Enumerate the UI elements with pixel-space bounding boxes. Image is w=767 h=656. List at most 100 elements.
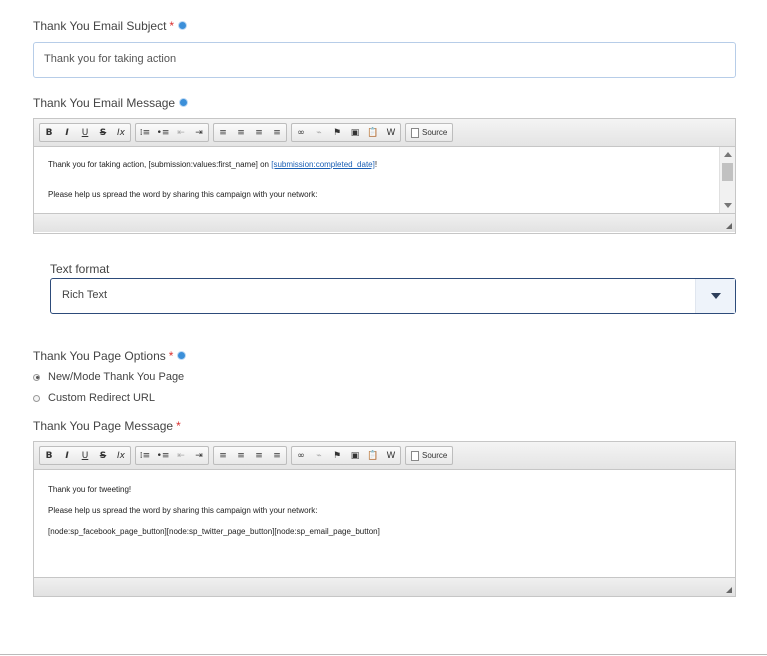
- info-icon[interactable]: [178, 352, 186, 359]
- text-format-value: Rich Text: [62, 289, 108, 301]
- page-options-label-text: Thank You Page Options: [33, 349, 166, 363]
- required-marker: *: [176, 419, 181, 433]
- anchor-button[interactable]: ⚑: [328, 447, 346, 464]
- toolbar-group-source: Source: [405, 123, 454, 142]
- radio-custom-redirect-label[interactable]: Custom Redirect URL: [48, 392, 155, 404]
- page-message-label-text: Thank You Page Message: [33, 419, 174, 433]
- source-button-label: Source: [422, 128, 448, 137]
- editor-statusbar: [34, 577, 735, 596]
- align-left-button[interactable]: ≡: [214, 447, 232, 464]
- link-button[interactable]: ∞: [292, 447, 310, 464]
- italic-button[interactable]: I: [58, 124, 76, 141]
- subject-input[interactable]: Thank you for taking action: [33, 42, 736, 78]
- italic-button[interactable]: I: [58, 447, 76, 464]
- toolbar-group-lists: ⁞≡ •≡ ⇤ ⇥: [135, 446, 209, 465]
- align-left-button[interactable]: ≡: [214, 124, 232, 141]
- editor-toolbar: B I U S Ix ⁞≡ •≡ ⇤ ⇥ ≡ ≡ ≡ ≡ ∞ ⌁ ⚑ ▣ 📋 W: [34, 119, 735, 147]
- justify-button[interactable]: ≡: [268, 124, 286, 141]
- info-icon[interactable]: [179, 22, 187, 29]
- email-message-line-1-prefix: Thank you for taking action, [submission…: [48, 160, 272, 169]
- bulleted-list-button[interactable]: •≡: [154, 447, 172, 464]
- bold-button[interactable]: B: [40, 124, 58, 141]
- bulleted-list-button[interactable]: •≡: [154, 124, 172, 141]
- subject-label: Thank You Email Subject *: [33, 19, 187, 33]
- paste-text-button[interactable]: 📋: [364, 447, 382, 464]
- info-icon[interactable]: [180, 99, 188, 106]
- email-message-line-2: Please help us spread the word by sharin…: [48, 190, 318, 199]
- email-message-content[interactable]: Thank you for taking action, [submission…: [34, 147, 735, 213]
- radio-custom-redirect[interactable]: Custom Redirect URL: [33, 392, 155, 404]
- page-message-line-2: Please help us spread the word by sharin…: [48, 506, 318, 515]
- source-button-label: Source: [422, 451, 448, 460]
- email-message-line-1-suffix: !: [374, 160, 378, 169]
- numbered-list-button[interactable]: ⁞≡: [136, 447, 154, 464]
- toolbar-group-insert: ∞ ⌁ ⚑ ▣ 📋 W: [291, 446, 401, 465]
- remove-format-button[interactable]: Ix: [112, 447, 130, 464]
- page-message-label: Thank You Page Message *: [33, 419, 181, 433]
- editor-toolbar: B I U S Ix ⁞≡ •≡ ⇤ ⇥ ≡ ≡ ≡ ≡ ∞ ⌁ ⚑ ▣ 📋 W: [34, 442, 735, 470]
- align-right-button[interactable]: ≡: [250, 124, 268, 141]
- source-page-icon: [411, 450, 419, 461]
- radio-unchecked-icon[interactable]: [33, 394, 40, 402]
- align-right-button[interactable]: ≡: [250, 447, 268, 464]
- remove-format-button[interactable]: Ix: [112, 124, 130, 141]
- scroll-up-icon[interactable]: [724, 152, 732, 157]
- scroll-thumb[interactable]: [722, 163, 733, 181]
- toolbar-group-insert: ∞ ⌁ ⚑ ▣ 📋 W: [291, 123, 401, 142]
- strike-button[interactable]: S: [94, 447, 112, 464]
- outdent-button[interactable]: ⇤: [172, 124, 190, 141]
- completed-date-link[interactable]: [submission:completed_date]: [271, 160, 375, 169]
- email-message-editor[interactable]: B I U S Ix ⁞≡ •≡ ⇤ ⇥ ≡ ≡ ≡ ≡ ∞ ⌁ ⚑ ▣ 📋 W: [33, 118, 736, 234]
- source-button[interactable]: Source: [406, 447, 452, 464]
- outdent-button[interactable]: ⇤: [172, 447, 190, 464]
- strike-button[interactable]: S: [94, 124, 112, 141]
- underline-button[interactable]: U: [76, 124, 94, 141]
- unlink-button[interactable]: ⌁: [310, 124, 328, 141]
- email-message-label: Thank You Email Message: [33, 96, 188, 110]
- text-format-select[interactable]: Rich Text: [50, 278, 736, 314]
- page-message-line-3: [node:sp_facebook_page_button][node:sp_t…: [48, 527, 380, 536]
- subject-label-text: Thank You Email Subject: [33, 19, 167, 33]
- toolbar-group-basic: B I U S Ix: [39, 123, 131, 142]
- page-options-label: Thank You Page Options *: [33, 349, 186, 363]
- bold-button[interactable]: B: [40, 447, 58, 464]
- image-button[interactable]: ▣: [346, 124, 364, 141]
- page-message-line-1: Thank you for tweeting!: [48, 485, 132, 494]
- link-button[interactable]: ∞: [292, 124, 310, 141]
- indent-button[interactable]: ⇥: [190, 447, 208, 464]
- paste-word-button[interactable]: W: [382, 124, 400, 141]
- radio-new-mode-page-label[interactable]: New/Mode Thank You Page: [48, 371, 184, 383]
- required-marker: *: [168, 349, 174, 363]
- chevron-down-icon[interactable]: [695, 279, 735, 313]
- source-button[interactable]: Source: [406, 124, 452, 141]
- radio-checked-icon[interactable]: [33, 373, 40, 381]
- page-message-content[interactable]: Thank you for tweeting! Please help us s…: [34, 470, 735, 577]
- page-message-editor[interactable]: B I U S Ix ⁞≡ •≡ ⇤ ⇥ ≡ ≡ ≡ ≡ ∞ ⌁ ⚑ ▣ 📋 W: [33, 441, 736, 597]
- align-center-button[interactable]: ≡: [232, 447, 250, 464]
- numbered-list-button[interactable]: ⁞≡: [136, 124, 154, 141]
- anchor-button[interactable]: ⚑: [328, 124, 346, 141]
- indent-button[interactable]: ⇥: [190, 124, 208, 141]
- toolbar-group-align: ≡ ≡ ≡ ≡: [213, 123, 287, 142]
- vertical-scrollbar[interactable]: [719, 147, 735, 213]
- resize-handle-icon[interactable]: [726, 223, 732, 229]
- resize-handle-icon[interactable]: [726, 587, 732, 593]
- unlink-button[interactable]: ⌁: [310, 447, 328, 464]
- toolbar-group-lists: ⁞≡ •≡ ⇤ ⇥: [135, 123, 209, 142]
- image-button[interactable]: ▣: [346, 447, 364, 464]
- paste-text-button[interactable]: 📋: [364, 124, 382, 141]
- scroll-down-icon[interactable]: [724, 203, 732, 208]
- divider: [0, 654, 767, 655]
- email-message-label-text: Thank You Email Message: [33, 96, 176, 110]
- justify-button[interactable]: ≡: [268, 447, 286, 464]
- paste-word-button[interactable]: W: [382, 447, 400, 464]
- toolbar-group-source: Source: [405, 446, 454, 465]
- subject-input-value: Thank you for taking action: [44, 53, 177, 65]
- radio-new-mode-page[interactable]: New/Mode Thank You Page: [33, 371, 184, 383]
- align-center-button[interactable]: ≡: [232, 124, 250, 141]
- required-marker: *: [169, 19, 175, 33]
- editor-statusbar: [34, 213, 735, 232]
- source-page-icon: [411, 127, 419, 138]
- underline-button[interactable]: U: [76, 447, 94, 464]
- toolbar-group-basic: B I U S Ix: [39, 446, 131, 465]
